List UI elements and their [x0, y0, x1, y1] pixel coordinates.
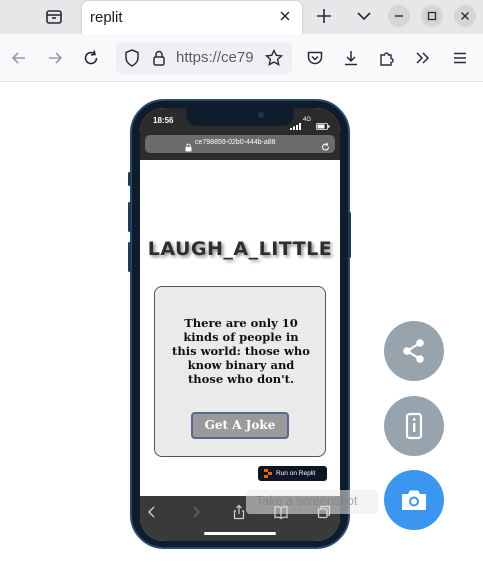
pocket-icon[interactable]	[305, 48, 325, 68]
screenshot-fab[interactable]	[384, 470, 444, 530]
menu-icon[interactable]	[450, 48, 470, 68]
forward-arrow-icon[interactable]	[45, 48, 65, 68]
maximize-icon[interactable]	[421, 5, 443, 27]
share-icon[interactable]	[231, 504, 247, 520]
minimize-icon[interactable]	[388, 5, 410, 27]
get-joke-button[interactable]: Get A Joke	[191, 412, 289, 439]
phone-status-bar: 18:56 4G	[140, 108, 340, 134]
url-bar[interactable]: https://ce79	[116, 42, 292, 74]
joke-text: There are only 10 kinds of people in thi…	[172, 316, 310, 386]
browser-tab[interactable]: replit	[82, 1, 302, 34]
run-on-replit-badge[interactable]: Run on Replit	[258, 466, 327, 481]
run-on-replit-label: Run on Replit	[276, 470, 316, 477]
status-time: 18:56	[153, 116, 174, 125]
phone-power-button	[348, 212, 351, 258]
tab-title: replit	[90, 9, 123, 26]
app-title: LAUGH_A_LITTLE	[147, 238, 333, 260]
network-type: 4G	[303, 117, 312, 123]
close-icon[interactable]	[454, 5, 476, 27]
phone-volume-down	[128, 242, 131, 272]
forward-arrow-icon[interactable]	[188, 504, 204, 520]
phone-notch	[186, 108, 294, 126]
browser-tab-bar: replit	[0, 0, 483, 34]
device-info-fab[interactable]	[384, 396, 444, 456]
back-arrow-icon[interactable]	[9, 48, 29, 68]
home-indicator[interactable]	[204, 532, 276, 535]
phone-url-field[interactable]: ce798859-02b0-444b-a88	[145, 135, 335, 153]
reload-icon[interactable]	[81, 48, 101, 68]
battery-icon	[316, 117, 330, 135]
share-fab[interactable]	[384, 321, 444, 381]
joke-card: There are only 10 kinds of people in thi…	[154, 286, 326, 457]
phone-mute-switch	[128, 172, 131, 186]
extensions-icon[interactable]	[377, 48, 397, 68]
phone-address-bar: ce798859-02b0-444b-a88	[140, 134, 340, 160]
lock-icon[interactable]	[149, 48, 169, 73]
reload-icon[interactable]	[321, 139, 330, 157]
shield-icon[interactable]	[122, 48, 142, 73]
chevron-down-icon[interactable]	[353, 5, 375, 27]
camera-lens	[258, 112, 264, 118]
tab-list-icon[interactable]	[44, 7, 64, 27]
download-icon[interactable]	[341, 48, 361, 68]
back-arrow-icon[interactable]	[144, 504, 160, 520]
screenshot-tooltip: Take a screenshot	[246, 490, 378, 514]
phone-volume-up	[128, 202, 131, 232]
tooltip-text: Take a screenshot	[256, 494, 358, 508]
lock-icon	[185, 139, 192, 157]
star-icon[interactable]	[264, 48, 284, 73]
plus-icon[interactable]	[313, 5, 335, 27]
signal-icon	[290, 117, 301, 135]
url-text: https://ce79	[176, 49, 254, 66]
browser-nav-bar: https://ce79	[0, 34, 483, 82]
replit-logo-icon	[264, 469, 273, 480]
phone-url-text: ce798859-02b0-444b-a88	[195, 139, 276, 146]
overflow-icon[interactable]	[413, 48, 433, 68]
close-icon[interactable]	[276, 7, 294, 25]
phone-screen: 18:56 4G ce798859-02b0-444b-a88 LAUGH_A_…	[140, 108, 340, 541]
